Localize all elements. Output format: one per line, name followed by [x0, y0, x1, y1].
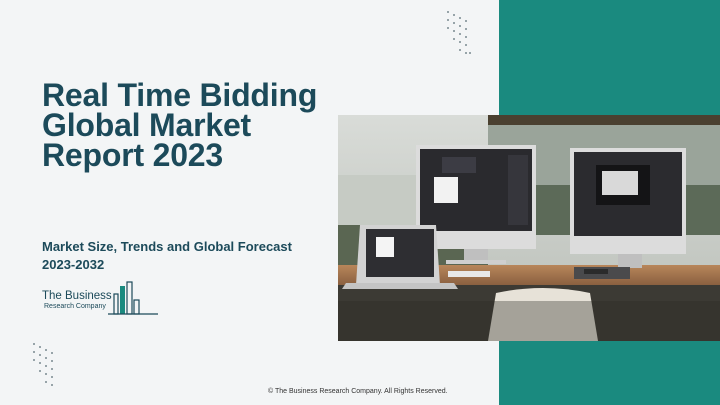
report-title: Real Time Bidding Global Market Report 2… [42, 77, 318, 173]
copyright-footer: © The Business Research Company. All Rig… [268, 388, 448, 395]
dot-grid-top-right [447, 11, 471, 54]
dot-grid-bottom-left [33, 343, 53, 386]
bar-chart-building-icon [108, 281, 158, 315]
report-cover-slide: Real Time Bidding Global Market Report 2… [0, 0, 720, 405]
desk-monitors-photo [338, 115, 720, 341]
report-subtitle: Market Size, Trends and Global Forecast … [42, 239, 292, 272]
logo-line-1: The Business [42, 290, 112, 302]
company-logo: The Business Research Company [42, 280, 162, 320]
logo-line-2: Research Company [44, 303, 106, 310]
